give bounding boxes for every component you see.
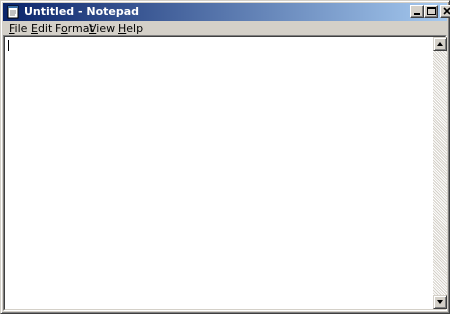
arrow-up-icon — [437, 42, 443, 46]
vertical-scrollbar[interactable] — [433, 37, 447, 309]
text-caret — [8, 40, 9, 51]
notepad-window: Untitled - Notepad File Edit Format View… — [0, 0, 450, 314]
menu-help[interactable]: Help — [116, 22, 145, 36]
scroll-down-button[interactable] — [433, 295, 447, 309]
minimize-button[interactable] — [410, 5, 424, 18]
notepad-icon — [7, 5, 19, 19]
scroll-up-button[interactable] — [433, 37, 447, 51]
maximize-icon — [427, 7, 436, 15]
close-button[interactable] — [440, 5, 450, 18]
maximize-button[interactable] — [424, 5, 438, 18]
text-editor[interactable] — [5, 37, 433, 309]
menu-edit[interactable]: Edit — [29, 22, 54, 36]
editor-frame — [3, 35, 447, 311]
close-icon — [443, 7, 450, 15]
title-bar[interactable]: Untitled - Notepad — [3, 3, 450, 21]
arrow-down-icon — [437, 300, 443, 304]
menu-file[interactable]: File — [7, 22, 29, 36]
editor-inner-border — [4, 36, 447, 310]
menu-view[interactable]: View — [87, 22, 117, 36]
minimize-icon — [414, 13, 420, 15]
window-title: Untitled - Notepad — [24, 5, 140, 18]
